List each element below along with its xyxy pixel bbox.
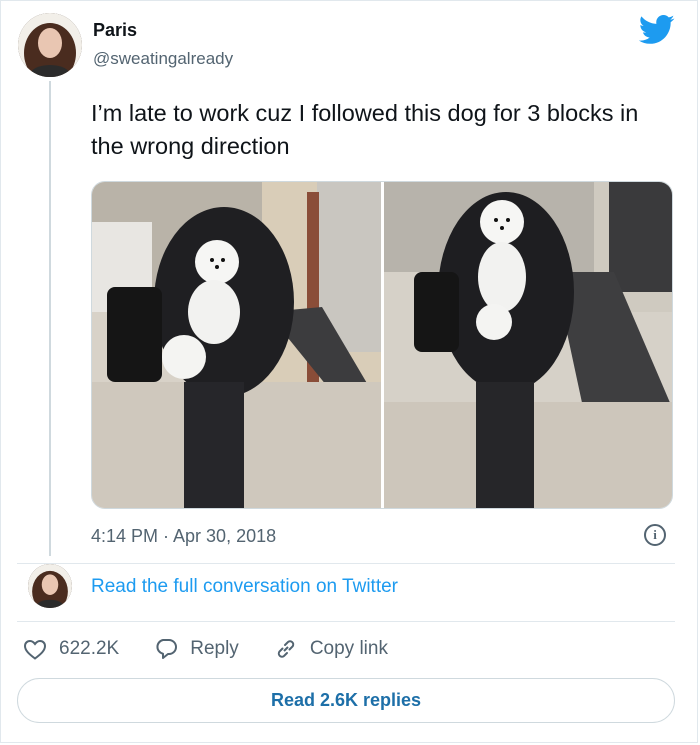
- tweet-photo-right[interactable]: [383, 182, 672, 508]
- copy-link-label: Copy link: [309, 638, 388, 659]
- copy-link-button[interactable]: Copy link: [274, 638, 388, 660]
- tweet-actions: 622.2K Reply Copy link: [23, 638, 423, 660]
- reply-icon: [156, 639, 178, 659]
- thread-line: [49, 81, 51, 556]
- divider: [17, 621, 675, 622]
- conversation-avatar[interactable]: [28, 564, 72, 608]
- tweet-embed-card: Paris @sweatingalready I’m late to work …: [0, 0, 698, 743]
- tweet-text: I’m late to work cuz I followed this dog…: [91, 100, 639, 159]
- twitter-bird-icon[interactable]: [639, 15, 675, 45]
- read-conversation-link[interactable]: Read the full conversation on Twitter: [91, 576, 398, 598]
- link-icon: [277, 640, 294, 658]
- avatar[interactable]: [18, 13, 82, 77]
- author-handle[interactable]: @sweatingalready: [93, 49, 233, 69]
- author-name[interactable]: Paris: [93, 20, 137, 41]
- tweet-photo-left[interactable]: [92, 182, 381, 508]
- reply-label: Reply: [190, 638, 239, 659]
- tweet-timestamp[interactable]: 4:14 PM · Apr 30, 2018: [91, 526, 276, 547]
- reply-button[interactable]: Reply: [154, 638, 239, 660]
- like-count: 622.2K: [59, 638, 120, 659]
- heart-icon: [23, 639, 47, 660]
- info-icon[interactable]: i: [644, 524, 666, 546]
- tweet-media[interactable]: [91, 181, 673, 509]
- divider: [17, 563, 675, 564]
- like-button[interactable]: 622.2K: [23, 638, 119, 660]
- read-replies-button[interactable]: Read 2.6K replies: [17, 678, 675, 723]
